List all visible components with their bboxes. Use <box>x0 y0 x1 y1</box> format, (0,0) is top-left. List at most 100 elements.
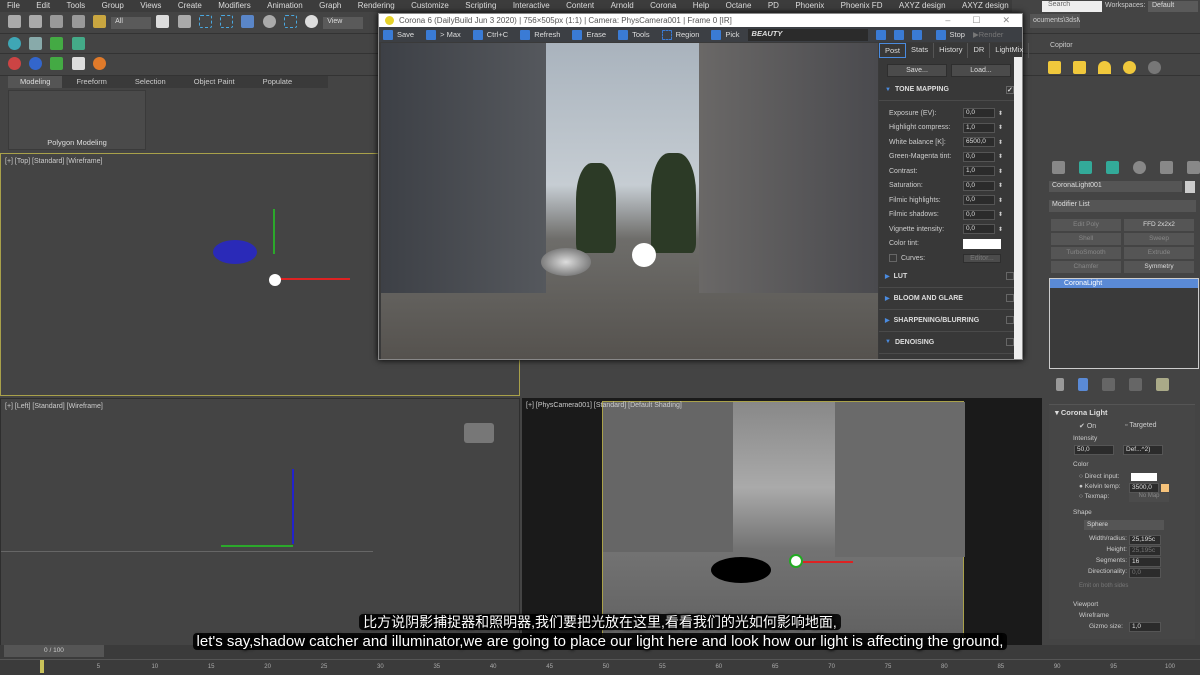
intensity-spinner[interactable]: 50,0 <box>1074 445 1114 455</box>
modifier-ffd-button[interactable]: FFD 2x2x2 <box>1124 219 1194 231</box>
post-save-button[interactable]: Save... <box>887 64 947 77</box>
corona-render-icon[interactable] <box>92 57 106 70</box>
pin-stack-icon[interactable] <box>1056 378 1064 391</box>
ribbon-tab-object-paint[interactable]: Object Paint <box>180 76 249 88</box>
tools-button[interactable]: Tools <box>614 29 650 40</box>
rect-selection-icon[interactable] <box>198 15 212 28</box>
bloom-glare-header[interactable]: ▶ BLOOM AND GLARE <box>879 288 1022 310</box>
modifier-shell-button[interactable]: Shell <box>1051 233 1121 245</box>
denoising-checkbox[interactable] <box>1006 338 1014 346</box>
corona-light-icon[interactable] <box>1048 61 1061 74</box>
intensity-unit-dropdown[interactable]: Def...^2) <box>1123 445 1163 455</box>
modifier-sweep-button[interactable]: Sweep <box>1124 233 1194 245</box>
zoom-fit-icon[interactable] <box>911 29 922 40</box>
play-icon[interactable] <box>71 57 85 70</box>
object-color-swatch[interactable] <box>1185 181 1195 193</box>
menu-file[interactable]: File <box>4 0 23 12</box>
corona-light-gizmo[interactable] <box>789 554 803 568</box>
param-spinner[interactable]: 1,0 <box>963 166 995 177</box>
close-icon[interactable]: ✕ <box>1002 15 1010 26</box>
configure-sets-icon[interactable] <box>1156 378 1169 391</box>
spinner-arrows-icon[interactable]: ⬍ <box>998 168 1003 175</box>
menu-modifiers[interactable]: Modifiers <box>215 0 253 12</box>
stop-button[interactable]: Stop <box>932 29 965 40</box>
channel-dropdown[interactable]: BEAUTY <box>747 28 868 41</box>
search-input[interactable]: Search <box>1042 1 1102 12</box>
menu-graph[interactable]: Graph <box>316 0 344 12</box>
rotate-icon[interactable] <box>262 15 276 28</box>
object-name-field[interactable]: CoronaLight001 <box>1049 181 1182 192</box>
move-icon[interactable] <box>241 15 255 28</box>
create-tab-icon[interactable] <box>1052 161 1065 174</box>
sharpening-header[interactable]: ▶ SHARPENING/BLURRING <box>879 310 1022 332</box>
bind-spacewarp-icon[interactable] <box>92 15 106 28</box>
viewport-label[interactable]: [+] [Left] [Standard] [Wireframe] <box>5 403 103 410</box>
menu-phoenix-fd[interactable]: Phoenix FD <box>838 0 886 12</box>
param-spinner[interactable]: 0,0 <box>963 195 995 206</box>
polygon-modeling-dropdown[interactable]: Polygon Modeling <box>9 138 145 147</box>
tool-icon[interactable] <box>29 37 43 50</box>
spinner-arrows-icon[interactable]: ⬍ <box>998 110 1003 117</box>
spinner-arrows-icon[interactable]: ⬍ <box>998 226 1003 233</box>
ribbon-tab-modeling[interactable]: Modeling <box>8 76 63 88</box>
sharpening-checkbox[interactable] <box>1006 316 1014 324</box>
reference-coord-select[interactable]: View <box>323 17 364 29</box>
color-tint-swatch[interactable] <box>963 238 1001 249</box>
ribbon-tab-freeform[interactable]: Freeform <box>62 76 120 88</box>
menu-rendering[interactable]: Rendering <box>355 0 398 12</box>
param-spinner[interactable]: 0,0 <box>963 180 995 191</box>
texmap-radio[interactable]: ○ Texmap: <box>1079 493 1109 500</box>
ribbon-tab-selection[interactable]: Selection <box>121 76 180 88</box>
param-spinner[interactable]: 0,0 <box>963 209 995 220</box>
width-radius-spinner[interactable]: 25,195c <box>1129 535 1161 545</box>
create-icon[interactable] <box>8 37 21 50</box>
tab-history[interactable]: History <box>934 43 969 58</box>
menu-axyz[interactable]: AXYZ design <box>896 0 949 12</box>
menu-animation[interactable]: Animation <box>264 0 306 12</box>
menu-interactive[interactable]: Interactive <box>510 0 553 12</box>
curves-checkbox[interactable] <box>889 254 897 263</box>
project-path[interactable]: ocuments\3dsMax <box>1030 14 1080 28</box>
maximize-icon[interactable]: ☐ <box>972 15 980 26</box>
shape-dropdown[interactable]: Sphere <box>1084 520 1164 530</box>
selection-filter[interactable]: All <box>111 17 152 29</box>
direct-input-radio[interactable]: ○ Direct input: <box>1079 473 1119 480</box>
render-image[interactable] <box>381 43 878 359</box>
corona-sun-icon[interactable] <box>1098 61 1111 74</box>
curves-editor-button[interactable]: Editor... <box>963 253 1001 263</box>
minimize-icon[interactable]: – <box>945 15 950 26</box>
denoising-header[interactable]: ▼ DENOISING <box>879 332 1022 354</box>
direct-input-swatch[interactable] <box>1131 473 1157 481</box>
timeline-ruler[interactable]: 5 10 15 20 25 30 35 40 45 50 55 60 65 70 75 80 85 90 95 100 <box>0 659 1200 675</box>
placement-icon[interactable] <box>305 15 319 28</box>
param-spinner[interactable]: 0,0 <box>963 224 995 235</box>
to-max-button[interactable]: > Max <box>422 29 461 40</box>
tab-lightmix[interactable]: LightMix <box>990 43 1030 58</box>
param-spinner[interactable]: 0,0 <box>963 151 995 162</box>
kelvin-radio[interactable]: ● Kelvin temp: <box>1079 483 1121 490</box>
copy-button[interactable]: Ctrl+C <box>469 29 508 40</box>
menu-phoenix[interactable]: Phoenix <box>792 0 827 12</box>
viewport-left[interactable]: [+] [Left] [Standard] [Wireframe] <box>0 398 520 648</box>
unlink-icon[interactable] <box>71 15 85 28</box>
ribbon-tab-populate[interactable]: Populate <box>249 76 307 88</box>
link-icon[interactable] <box>50 15 64 28</box>
undo-icon[interactable] <box>8 15 21 28</box>
tab-stats[interactable]: Stats <box>906 43 935 58</box>
refresh-button[interactable]: Refresh <box>516 29 560 40</box>
corona-sky-icon[interactable] <box>1123 61 1136 74</box>
height-spinner[interactable]: 25,195c <box>1129 546 1161 556</box>
bloom-glare-checkbox[interactable] <box>1006 294 1014 302</box>
targeted-checkbox[interactable]: ▫ Targeted <box>1125 422 1157 429</box>
emit-both-sides-checkbox[interactable]: Emit on both sides <box>1079 583 1128 589</box>
display-tab-icon[interactable] <box>1160 161 1173 174</box>
hierarchy-tab-icon[interactable] <box>1106 161 1119 174</box>
corona-light-gizmo[interactable] <box>269 274 281 286</box>
vfb-title-bar[interactable]: Corona 6 (DailyBuild Jun 3 2020) | 756×5… <box>379 14 1022 27</box>
rollout-title[interactable]: ▾ Corona Light <box>1049 405 1195 420</box>
scale-icon[interactable] <box>283 15 297 28</box>
save-button[interactable]: Save <box>379 29 414 40</box>
viewcube[interactable] <box>464 423 494 443</box>
tone-mapping-checkbox[interactable]: ✓ <box>1006 85 1014 94</box>
post-load-button[interactable]: Load... <box>951 64 1011 77</box>
